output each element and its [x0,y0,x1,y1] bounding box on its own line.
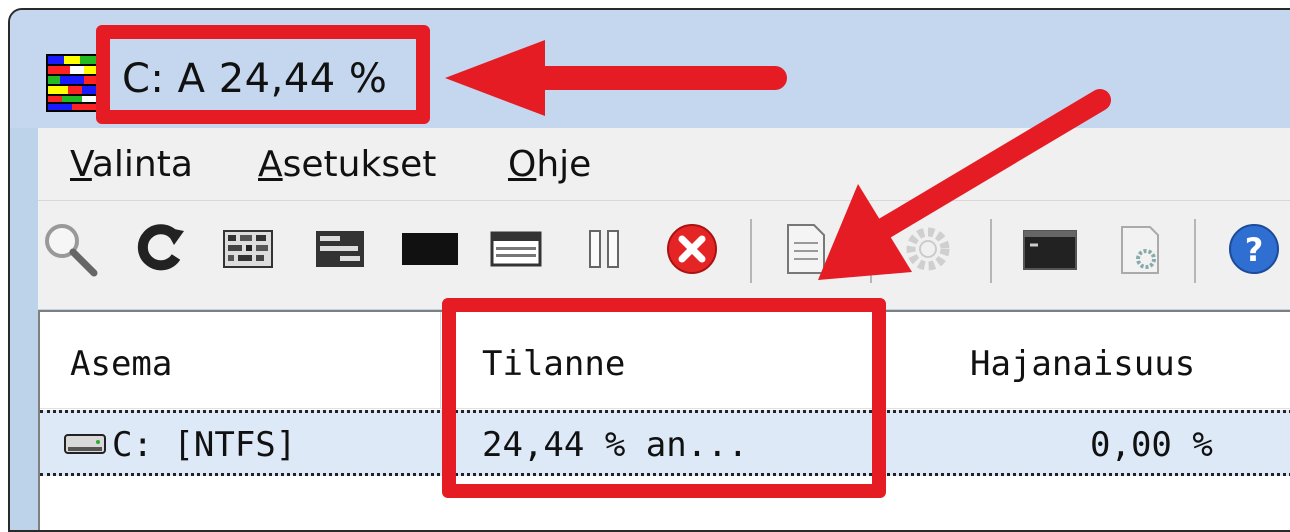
annotation-arrowhead-left [445,40,545,116]
annotation-arrows [445,40,1111,280]
annotation-arrow-diagonal [874,89,1111,239]
